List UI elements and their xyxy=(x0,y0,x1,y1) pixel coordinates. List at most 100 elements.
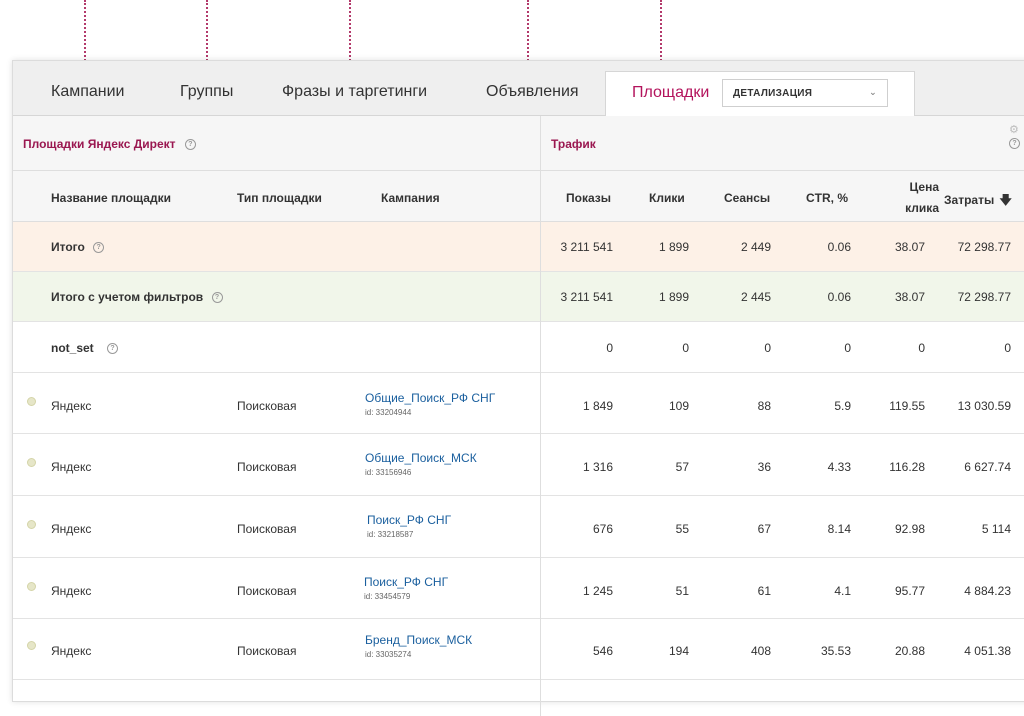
column-group-header: Площадки Яндекс Директ ? Трафик ⚙ ? xyxy=(13,116,1024,171)
cell-sessions: 61 xyxy=(757,584,771,598)
cell-clicks: 51 xyxy=(675,584,689,598)
cell-clicks: 55 xyxy=(675,522,689,536)
cell-shows: 676 xyxy=(592,522,613,536)
group-title-placements-text: Площадки Яндекс Директ xyxy=(23,137,176,151)
help-icon[interactable]: ? xyxy=(1009,138,1020,149)
tab-bar: Кампании Группы Фразы и таргетинги Объяв… xyxy=(13,61,1024,117)
cell-site: Яндекс xyxy=(51,644,92,658)
tab-placements[interactable]: Площадки ДЕТАЛИЗАЦИЯ ⌄ xyxy=(605,71,915,117)
tab-ads[interactable]: Объявления xyxy=(486,83,579,101)
column-header-clicks[interactable]: Клики xyxy=(649,191,685,205)
summary-label-text: not_set xyxy=(51,341,94,355)
cell-type: Поисковая xyxy=(237,644,297,658)
summary-row-not-set: not_set ? 0 0 0 0 0 0 xyxy=(13,322,1024,373)
cell-ctr: 0.06 xyxy=(827,240,851,254)
cell-shows: 546 xyxy=(592,644,613,658)
help-icon[interactable]: ? xyxy=(211,292,223,304)
group-title-traffic: Трафик xyxy=(551,137,596,151)
table-row: Яндекс Поисковая Общие_Поиск_РФ СНГ id: … xyxy=(13,373,1024,434)
cell-price: 95.77 xyxy=(894,584,925,598)
campaign-link[interactable]: Общие_Поиск_РФ СНГ xyxy=(365,391,495,405)
column-header-cost[interactable]: Затраты 🡇 xyxy=(944,191,1012,212)
column-header-price[interactable]: Цена клика xyxy=(879,180,939,215)
cell-ctr: 4.1 xyxy=(834,584,851,598)
cell-shows: 1 245 xyxy=(582,584,613,598)
cell-cost: 72 298.77 xyxy=(957,240,1011,254)
campaign-link[interactable]: Поиск_РФ СНГ xyxy=(364,575,448,589)
cell-shows: 1 316 xyxy=(582,460,613,474)
campaign-link[interactable]: Поиск_РФ СНГ xyxy=(367,513,451,527)
summary-label: Итого ? xyxy=(51,240,105,254)
help-icon[interactable]: ? xyxy=(107,343,119,355)
column-header-shows[interactable]: Показы xyxy=(566,191,611,205)
column-header-sessions[interactable]: Сеансы xyxy=(724,191,770,205)
status-dot-icon xyxy=(27,397,36,406)
detail-select-value: ДЕТАЛИЗАЦИЯ xyxy=(733,88,813,99)
chevron-down-icon: ⌄ xyxy=(869,87,877,97)
gear-icon[interactable]: ⚙ xyxy=(1009,123,1019,136)
cell-sessions: 408 xyxy=(750,644,771,658)
group-divider xyxy=(540,116,541,716)
cell-campaign: Общие_Поиск_РФ СНГ id: 33204944 xyxy=(365,391,495,417)
cell-ctr: 35.53 xyxy=(820,644,851,658)
campaign-link[interactable]: Бренд_Поиск_МСК xyxy=(365,633,472,647)
cell-cost: 4 051.38 xyxy=(964,644,1011,658)
detail-select[interactable]: ДЕТАЛИЗАЦИЯ ⌄ xyxy=(722,79,888,107)
summary-label-text: Итого с учетом фильтров xyxy=(51,290,204,304)
column-header-ctr[interactable]: CTR, % xyxy=(806,191,848,205)
cell-cost: 0 xyxy=(1004,341,1011,355)
status-dot-icon xyxy=(27,641,36,650)
cell-campaign: Общие_Поиск_МСК id: 33156946 xyxy=(365,451,477,477)
tab-campaigns[interactable]: Кампании xyxy=(51,83,125,101)
cell-site: Яндекс xyxy=(51,460,92,474)
group-title-placements: Площадки Яндекс Директ ? xyxy=(23,137,196,151)
campaign-id: id: 33035274 xyxy=(365,650,412,659)
column-headers: Название площадки Тип площадки Кампания … xyxy=(13,171,1024,222)
cell-ctr: 8.14 xyxy=(827,522,851,536)
column-header-campaign[interactable]: Кампания xyxy=(381,191,440,205)
summary-label: not_set ? xyxy=(51,341,119,355)
cell-clicks: 1 899 xyxy=(658,240,689,254)
status-dot-icon xyxy=(27,458,36,467)
cell-type: Поисковая xyxy=(237,522,297,536)
column-header-type[interactable]: Тип площадки xyxy=(237,191,322,205)
cell-ctr: 0.06 xyxy=(827,290,851,304)
summary-row-total: Итого ? 3 211 541 1 899 2 449 0.06 38.07… xyxy=(13,222,1024,272)
campaign-id: id: 33156946 xyxy=(365,468,412,477)
cell-clicks: 1 899 xyxy=(658,290,689,304)
cell-cost: 72 298.77 xyxy=(957,290,1011,304)
status-dot-icon xyxy=(27,520,36,529)
cell-ctr: 5.9 xyxy=(834,399,851,413)
cell-sessions: 36 xyxy=(757,460,771,474)
cell-shows: 0 xyxy=(606,341,613,355)
cell-price: 20.88 xyxy=(894,644,925,658)
column-header-name[interactable]: Название площадки xyxy=(51,191,171,205)
campaign-id: id: 33218587 xyxy=(367,530,414,539)
cell-site: Яндекс xyxy=(51,584,92,598)
help-icon[interactable]: ? xyxy=(184,139,196,151)
campaign-id: id: 33204944 xyxy=(365,408,412,417)
tab-placements-label: Площадки xyxy=(632,84,710,101)
cell-cost: 6 627.74 xyxy=(964,460,1011,474)
cell-campaign: Поиск_РФ СНГ id: 33454579 xyxy=(364,575,448,601)
table-row: Яндекс Поисковая Общие_Поиск_МСК id: 331… xyxy=(13,434,1024,496)
cell-site: Яндекс xyxy=(51,522,92,536)
cell-shows: 1 849 xyxy=(582,399,613,413)
cell-price: 92.98 xyxy=(894,522,925,536)
cell-price: 119.55 xyxy=(889,399,925,413)
cell-sessions: 88 xyxy=(757,399,771,413)
campaign-link[interactable]: Общие_Поиск_МСК xyxy=(365,451,477,465)
help-icon[interactable]: ? xyxy=(93,242,105,254)
cell-sessions: 67 xyxy=(757,522,771,536)
cell-price: 38.07 xyxy=(894,240,925,254)
cell-type: Поисковая xyxy=(237,460,297,474)
status-dot-icon xyxy=(27,582,36,591)
cell-cost: 4 884.23 xyxy=(964,584,1011,598)
tab-groups[interactable]: Группы xyxy=(180,83,233,101)
cell-sessions: 2 445 xyxy=(740,290,771,304)
tab-phrases-targeting[interactable]: Фразы и таргетинги xyxy=(282,83,427,101)
cell-ctr: 4.33 xyxy=(827,460,851,474)
cell-shows: 3 211 541 xyxy=(560,240,614,254)
summary-label-text: Итого xyxy=(51,240,85,254)
summary-label: Итого с учетом фильтров ? xyxy=(51,290,223,304)
